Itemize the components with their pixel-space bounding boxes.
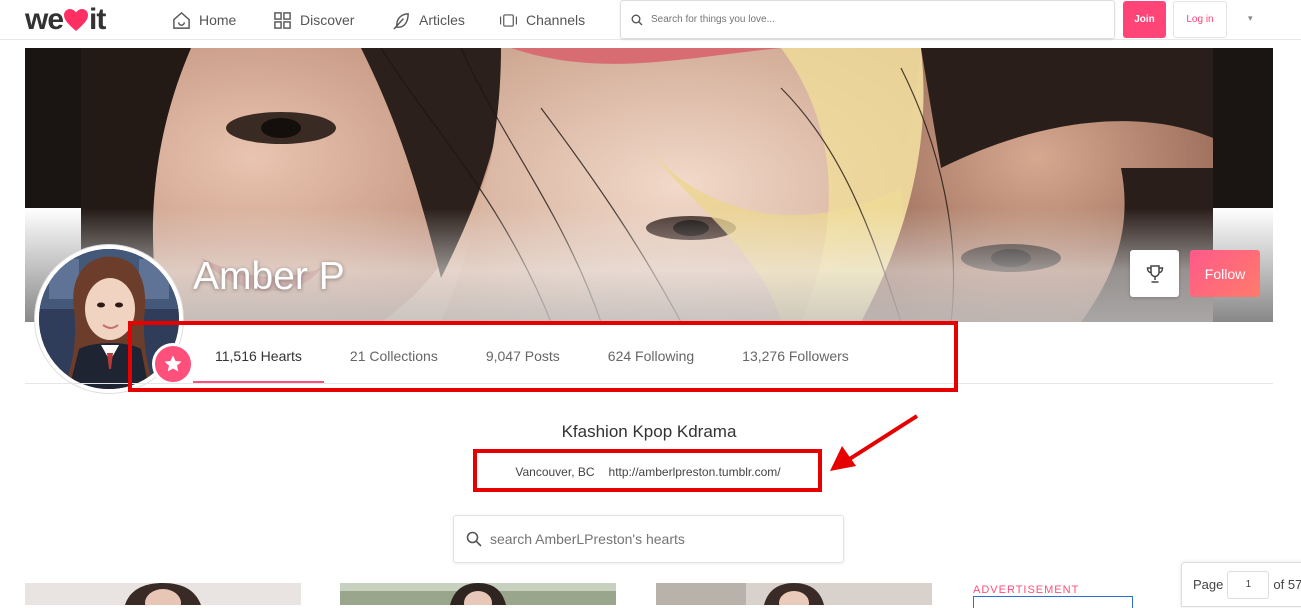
global-search-input[interactable]: [651, 14, 1091, 25]
page-total: of 576: [1273, 577, 1301, 592]
trophy-icon: [1146, 264, 1163, 283]
trophy-button[interactable]: [1130, 250, 1179, 297]
page-navigator: Page of 576: [1181, 562, 1301, 607]
hearts-search-input[interactable]: [490, 531, 830, 547]
home-icon: [173, 11, 190, 29]
logo-text-right: it: [89, 3, 106, 36]
advertisement-label: ADVERTISEMENT: [973, 584, 1080, 596]
nav-articles[interactable]: Articles: [392, 0, 465, 40]
profile-bio: Kfashion Kpop Kdrama: [561, 422, 737, 441]
page-label: Page: [1193, 577, 1224, 592]
heart-thumbnail[interactable]: [25, 583, 301, 605]
search-icon: [631, 14, 643, 25]
nav-discover[interactable]: Discover: [273, 0, 354, 40]
top-navbar: weit Home Discover Articles Channels Joi…: [0, 0, 1301, 40]
nav-channels-label: Channels: [526, 12, 586, 28]
hearts-search-box[interactable]: [453, 515, 844, 563]
weheartit-logo[interactable]: we it: [25, 3, 106, 36]
thumbnail-image: [25, 583, 301, 605]
search-icon: [466, 531, 482, 547]
nav-home-label: Home: [199, 12, 237, 28]
red-arrow-annotation: [830, 414, 919, 471]
follow-button[interactable]: Follow: [1190, 250, 1260, 297]
chevron-down-icon[interactable]: ▾: [1248, 13, 1253, 24]
feather-icon: [393, 12, 409, 30]
logo-text-left: we: [25, 3, 64, 36]
grid-icon: [274, 11, 291, 29]
nav-discover-label: Discover: [300, 12, 355, 28]
nav-channels[interactable]: Channels: [499, 0, 585, 40]
channels-icon: [499, 13, 518, 27]
page-number-input[interactable]: [1227, 570, 1270, 599]
global-search-box[interactable]: [620, 0, 1115, 39]
thumbnail-image: [656, 583, 932, 605]
advertisement-slot[interactable]: [973, 596, 1133, 608]
thumbnail-image: [340, 583, 616, 605]
nav-home[interactable]: Home: [172, 0, 236, 40]
profile-name: Amber P: [193, 255, 345, 298]
stats-highlight-box: [128, 321, 958, 392]
meta-highlight-box: [473, 449, 822, 492]
nav-articles-label: Articles: [419, 12, 465, 28]
heart-logo-icon: [64, 9, 89, 31]
login-button[interactable]: Log in: [1173, 1, 1227, 38]
join-button[interactable]: Join: [1123, 1, 1166, 38]
heart-thumbnail[interactable]: [656, 583, 932, 605]
heart-thumbnail[interactable]: [340, 583, 616, 605]
